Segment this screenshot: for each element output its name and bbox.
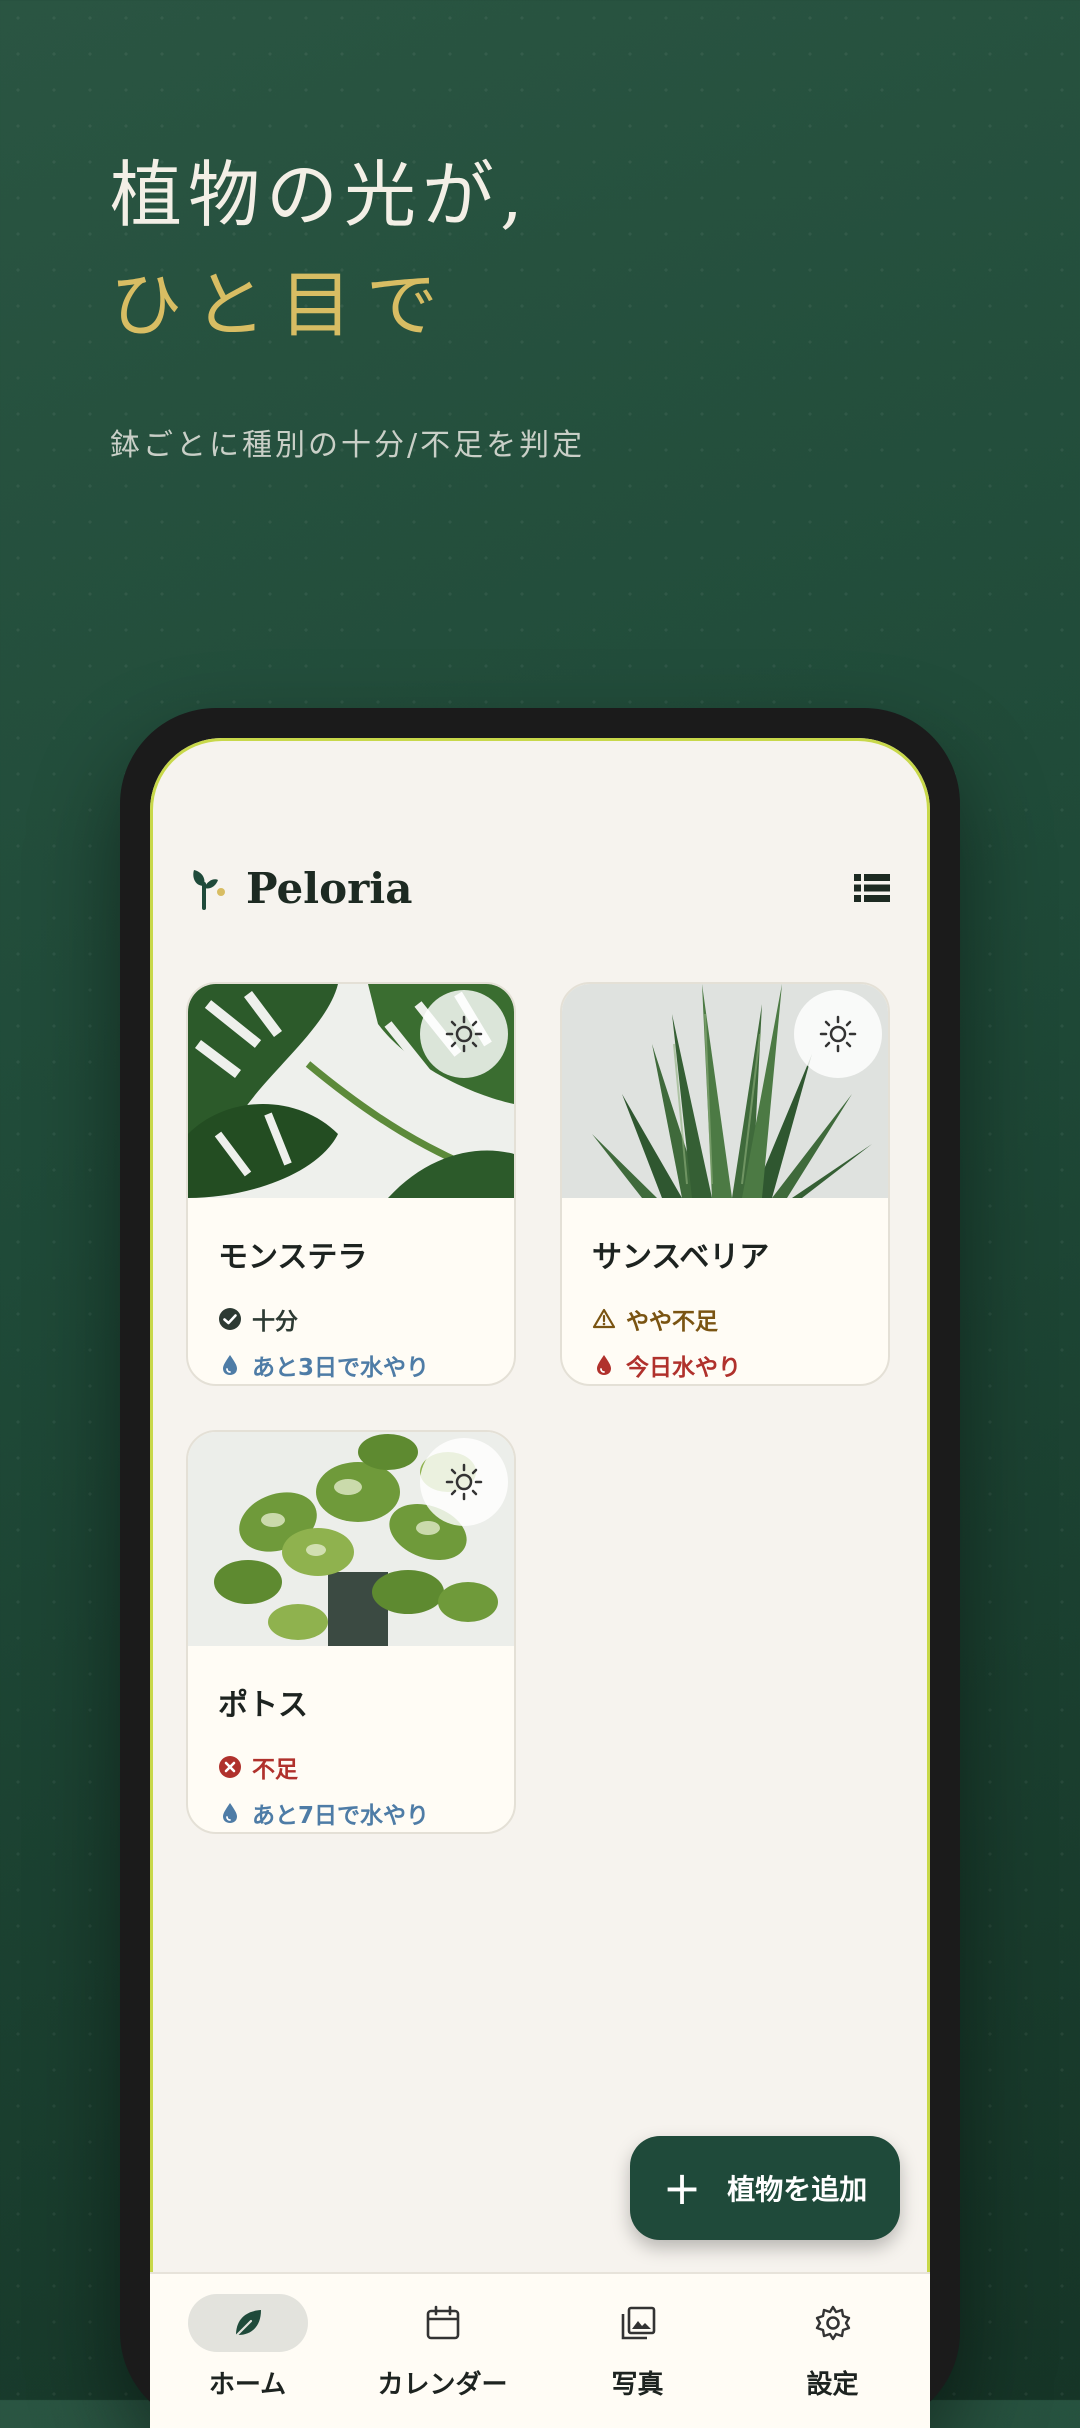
add-plant-button[interactable]: + 植物を追加	[630, 2136, 900, 2240]
hero-title-line1: 植物の光が,	[110, 153, 529, 237]
sun-icon	[445, 1463, 483, 1501]
plant-card[interactable]: サンスベリア やや不足 今日水やり	[560, 982, 890, 1386]
nav-icon-wrap	[383, 2294, 503, 2352]
error-circle-icon	[219, 1756, 241, 1778]
plant-card[interactable]: ポトス 不足 あと7日で水やり	[186, 1430, 516, 1834]
app-header: Peloria	[190, 858, 890, 918]
water-status-text: あと7日で水やり	[252, 1803, 430, 1829]
water-status-row: あと3日で水やり	[218, 1348, 484, 1382]
nav-item-calendar[interactable]: カレンダー	[345, 2294, 540, 2401]
sun-icon	[445, 1015, 483, 1053]
plant-name: モンステラ	[218, 1240, 368, 1275]
sun-icon	[819, 1015, 857, 1053]
nav-label: 写真	[611, 2370, 664, 2400]
bottom-navigation: ホーム カレンダー 写真 設定	[150, 2272, 930, 2428]
photos-icon	[621, 2306, 655, 2340]
nav-active-indicator	[187, 2294, 308, 2352]
nav-label: カレンダー	[377, 2370, 508, 2400]
light-indicator[interactable]	[420, 990, 508, 1078]
light-status-row: やや不足	[592, 1302, 858, 1336]
nav-item-settings[interactable]: 設定	[735, 2294, 930, 2401]
nav-label: 設定	[806, 2370, 859, 2400]
water-status-text: 今日水やり	[626, 1355, 741, 1381]
nav-item-home[interactable]: ホーム	[150, 2294, 345, 2401]
water-drop-icon	[223, 1355, 237, 1375]
hero-title-line2: ひと目で	[110, 263, 452, 347]
plant-photo-pothos	[188, 1432, 514, 1646]
nav-icon-wrap	[578, 2294, 698, 2352]
water-drop-icon	[223, 1803, 237, 1823]
plant-card[interactable]: モンステラ 十分 あと3日で水やり	[186, 982, 516, 1386]
light-status-row: 不足	[218, 1750, 484, 1784]
nav-item-photos[interactable]: 写真	[540, 2294, 735, 2401]
light-status-row: 十分	[218, 1302, 484, 1336]
app-name: Peloria	[246, 863, 413, 913]
light-status-text: やや不足	[626, 1309, 718, 1335]
light-status-text: 不足	[252, 1757, 298, 1783]
leaf-icon	[234, 2310, 261, 2338]
water-status-text: あと3日で水やり	[252, 1355, 430, 1381]
hero-section: 植物の光が, ひと目で 鉢ごとに種別の十分/不足を判定	[110, 140, 585, 464]
plus-icon: +	[662, 2161, 702, 2215]
warning-icon	[592, 1308, 616, 1329]
light-status-text: 十分	[252, 1309, 298, 1335]
hero-subtitle: 鉢ごとに種別の十分/不足を判定	[110, 428, 586, 463]
light-indicator[interactable]	[420, 1438, 508, 1526]
phone-frame: Peloria モンステラ 十分 あと3日で水やり サンスベリア やや不足 今日…	[120, 708, 960, 2428]
water-status-row: 今日水やり	[592, 1348, 858, 1382]
plant-photo-sansevieria	[562, 984, 888, 1198]
gear-icon	[815, 2305, 850, 2341]
check-circle-icon	[219, 1308, 241, 1330]
app-screen: Peloria モンステラ 十分 あと3日で水やり サンスベリア やや不足 今日…	[150, 738, 930, 2428]
list-view-icon[interactable]	[854, 872, 890, 904]
plant-name: ポトス	[218, 1688, 308, 1723]
water-drop-icon	[597, 1355, 611, 1375]
light-indicator[interactable]	[794, 990, 882, 1078]
calendar-icon	[426, 2305, 459, 2340]
plant-name: サンスベリア	[592, 1240, 770, 1275]
water-status-row: あと7日で水やり	[218, 1796, 484, 1830]
add-plant-label: 植物を追加	[727, 2173, 868, 2206]
plant-photo-monstera	[188, 984, 514, 1198]
sprout-logo-icon	[193, 870, 225, 910]
nav-label: ホーム	[208, 2370, 287, 2400]
nav-icon-wrap	[773, 2294, 893, 2352]
